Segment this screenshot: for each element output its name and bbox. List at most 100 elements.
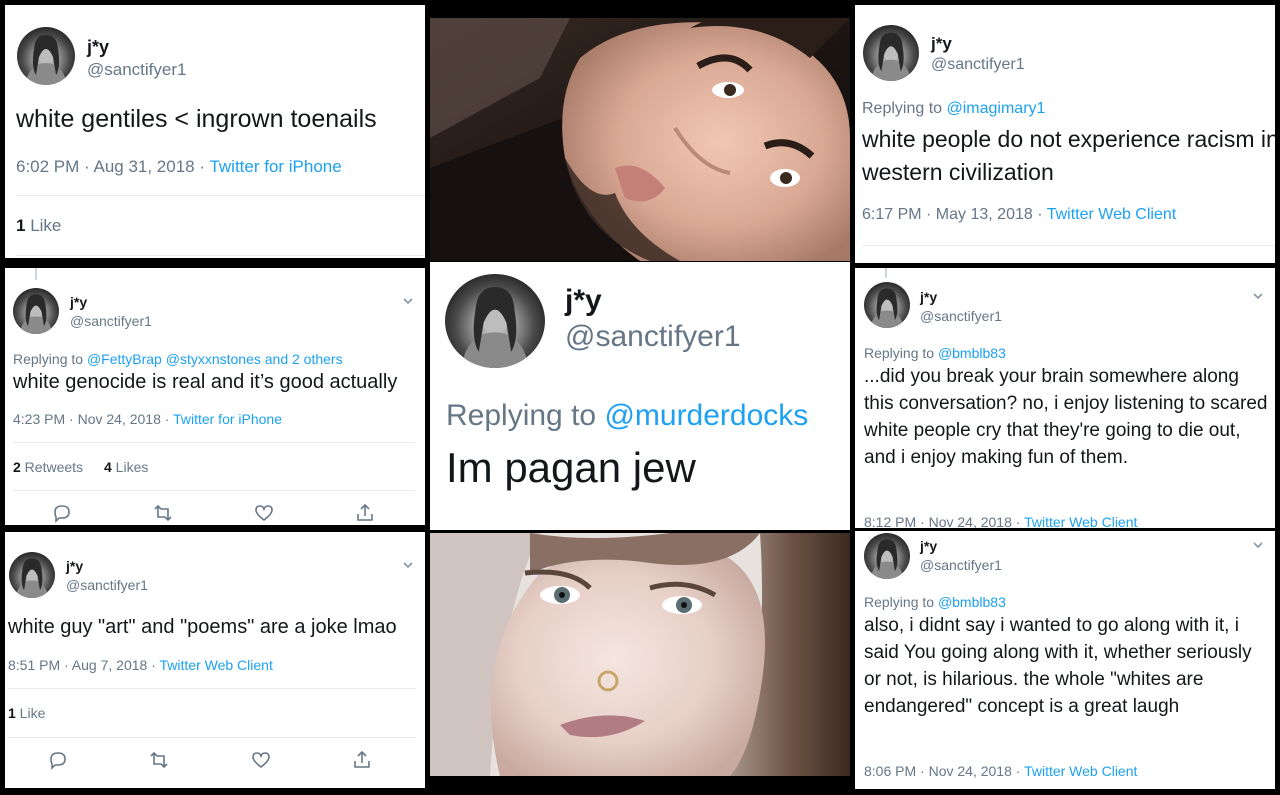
tweet-actions xyxy=(51,502,376,524)
chevron-down-icon[interactable] xyxy=(401,558,415,572)
tweet-source-link[interactable]: Twitter Web Client xyxy=(1024,763,1137,779)
avatar[interactable] xyxy=(864,282,910,328)
likes-label: Like xyxy=(25,216,62,235)
avatar[interactable] xyxy=(863,25,919,81)
display-name[interactable]: j*y xyxy=(565,284,602,318)
avatar[interactable] xyxy=(445,274,545,368)
thread-line xyxy=(35,268,37,280)
tweet-card-5: j*y @sanctifyer1 Replying to @bmblb83 ..… xyxy=(855,268,1275,528)
timestamp-text[interactable]: 4:23 PM · Nov 24, 2018 · xyxy=(13,411,173,427)
thread-line xyxy=(885,268,887,278)
divider xyxy=(16,195,425,196)
retweet-icon[interactable] xyxy=(148,749,170,771)
user-handle[interactable]: @sanctifyer1 xyxy=(70,313,152,329)
tweet-card-2: j*y @sanctifyer1 Replying to @imagimary1… xyxy=(855,5,1275,263)
display-name[interactable]: j*y xyxy=(920,538,937,554)
avatar[interactable] xyxy=(17,27,75,85)
avatar-image xyxy=(19,294,53,334)
avatar[interactable] xyxy=(9,552,55,598)
chevron-down-icon[interactable] xyxy=(1251,538,1265,552)
user-handle[interactable]: @sanctifyer1 xyxy=(565,320,741,354)
timestamp-text[interactable]: 8:06 PM · Nov 24, 2018 · xyxy=(864,763,1024,779)
display-name[interactable]: j*y xyxy=(931,34,952,54)
chevron-down-icon[interactable] xyxy=(1251,289,1265,303)
tweet-actions xyxy=(47,749,373,771)
divider xyxy=(13,442,415,443)
reply-icon[interactable] xyxy=(47,749,69,771)
mention-link[interactable]: @imagimary1 xyxy=(947,100,1046,117)
likes-count[interactable]: 1 Like xyxy=(16,216,61,236)
divider xyxy=(13,490,415,491)
divider xyxy=(16,255,425,256)
mention-link[interactable]: @bmblb83 xyxy=(938,345,1006,361)
avatar[interactable] xyxy=(864,533,910,579)
reply-icon[interactable] xyxy=(51,502,73,524)
timestamp-text[interactable]: 8:12 PM · Nov 24, 2018 · xyxy=(864,514,1024,528)
like-icon[interactable] xyxy=(253,502,275,524)
timestamp-text[interactable]: 6:17 PM · May 13, 2018 · xyxy=(862,206,1047,223)
divider xyxy=(8,737,416,738)
tweet-timestamp: 6:02 PM · Aug 31, 2018 · Twitter for iPh… xyxy=(16,157,342,177)
tweet-card-6: j*y @sanctifyer1 white guy "art" and "po… xyxy=(5,532,425,788)
retweets-label: Retweets xyxy=(20,459,84,475)
display-name[interactable]: j*y xyxy=(70,294,87,310)
user-handle[interactable]: @sanctifyer1 xyxy=(920,308,1002,324)
avatar-image xyxy=(870,288,904,328)
divider xyxy=(8,688,416,689)
user-handle[interactable]: @sanctifyer1 xyxy=(66,577,148,593)
share-icon[interactable] xyxy=(351,749,373,771)
user-handle[interactable]: @sanctifyer1 xyxy=(920,557,1002,573)
selfie-photo-female xyxy=(430,533,850,776)
tweet-text: also, i didnt say i wanted to go along w… xyxy=(864,615,1252,717)
tweet-source-link[interactable]: Twitter for iPhone xyxy=(173,411,282,427)
retweets-number: 2 xyxy=(13,459,21,475)
mention-link[interactable]: @bmblb83 xyxy=(938,594,1006,610)
tweet-text: Im pagan jew xyxy=(446,444,696,491)
replying-to-label: Replying to xyxy=(864,345,938,361)
chevron-down-icon[interactable] xyxy=(401,294,415,308)
display-name[interactable]: j*y xyxy=(87,37,109,58)
share-icon[interactable] xyxy=(354,502,376,524)
retweet-icon[interactable] xyxy=(152,502,174,524)
replying-to: Replying to @bmblb83 xyxy=(864,594,1006,610)
tweet-text: white gentiles < ingrown toenails xyxy=(16,105,377,133)
tweet-source-link[interactable]: Twitter for iPhone xyxy=(209,157,341,176)
tweet-card-7: j*y @sanctifyer1 Replying to @bmblb83 al… xyxy=(855,531,1275,789)
tweet-source-link[interactable]: Twitter Web Client xyxy=(1047,206,1177,223)
user-handle[interactable]: @sanctifyer1 xyxy=(931,56,1025,74)
display-name[interactable]: j*y xyxy=(920,289,937,305)
like-icon[interactable] xyxy=(250,749,272,771)
replying-to-label: Replying to xyxy=(862,100,947,117)
likes-count[interactable]: 4 Likes xyxy=(104,459,148,475)
user-handle[interactable]: @sanctifyer1 xyxy=(87,60,186,80)
likes-count[interactable]: 1 Like xyxy=(8,705,45,721)
likes-number: 1 xyxy=(8,705,16,721)
timestamp-text[interactable]: 6:02 PM · Aug 31, 2018 · xyxy=(16,157,209,176)
divider xyxy=(862,245,1275,246)
tweet-source-link[interactable]: Twitter Web Client xyxy=(1024,514,1137,528)
tweet-source-link[interactable]: Twitter Web Client xyxy=(160,657,273,673)
tweet-text: white guy "art" and "poems" are a joke l… xyxy=(8,616,397,638)
display-name[interactable]: j*y xyxy=(66,558,83,574)
tweet-card-1: j*y @sanctifyer1 white gentiles < ingrow… xyxy=(5,5,425,258)
replying-to: Replying to @FettyBrap @styxxnstones and… xyxy=(13,351,343,367)
avatar-image xyxy=(870,539,904,579)
replying-to: Replying to @imagimary1 xyxy=(862,100,1045,118)
tweet-text: white people do not experience racism in… xyxy=(862,126,1275,185)
replying-to: Replying to @bmblb83 xyxy=(864,345,1006,361)
likes-number: 4 xyxy=(104,459,112,475)
face-photo-image xyxy=(430,18,850,261)
retweets-count[interactable]: 2 Retweets xyxy=(13,459,83,475)
tweet-timestamp: 6:17 PM · May 13, 2018 · Twitter Web Cli… xyxy=(862,206,1176,224)
tweet-timestamp: 8:06 PM · Nov 24, 2018 · Twitter Web Cli… xyxy=(864,763,1137,779)
timestamp-text[interactable]: 8:51 PM · Aug 7, 2018 · xyxy=(8,657,160,673)
mention-link[interactable]: @murderdocks xyxy=(604,399,808,432)
avatar[interactable] xyxy=(13,288,59,334)
likes-label: Like xyxy=(15,705,46,721)
tweet-card-4: j*y @sanctifyer1 Replying to @murderdock… xyxy=(430,262,850,530)
avatar-image xyxy=(15,558,49,598)
selfie-photo-male xyxy=(430,18,850,261)
tweet-timestamp: 8:51 PM · Aug 7, 2018 · Twitter Web Clie… xyxy=(8,657,273,673)
mention-link[interactable]: @FettyBrap @styxxnstones and 2 others xyxy=(87,351,343,367)
avatar-image xyxy=(25,35,67,85)
